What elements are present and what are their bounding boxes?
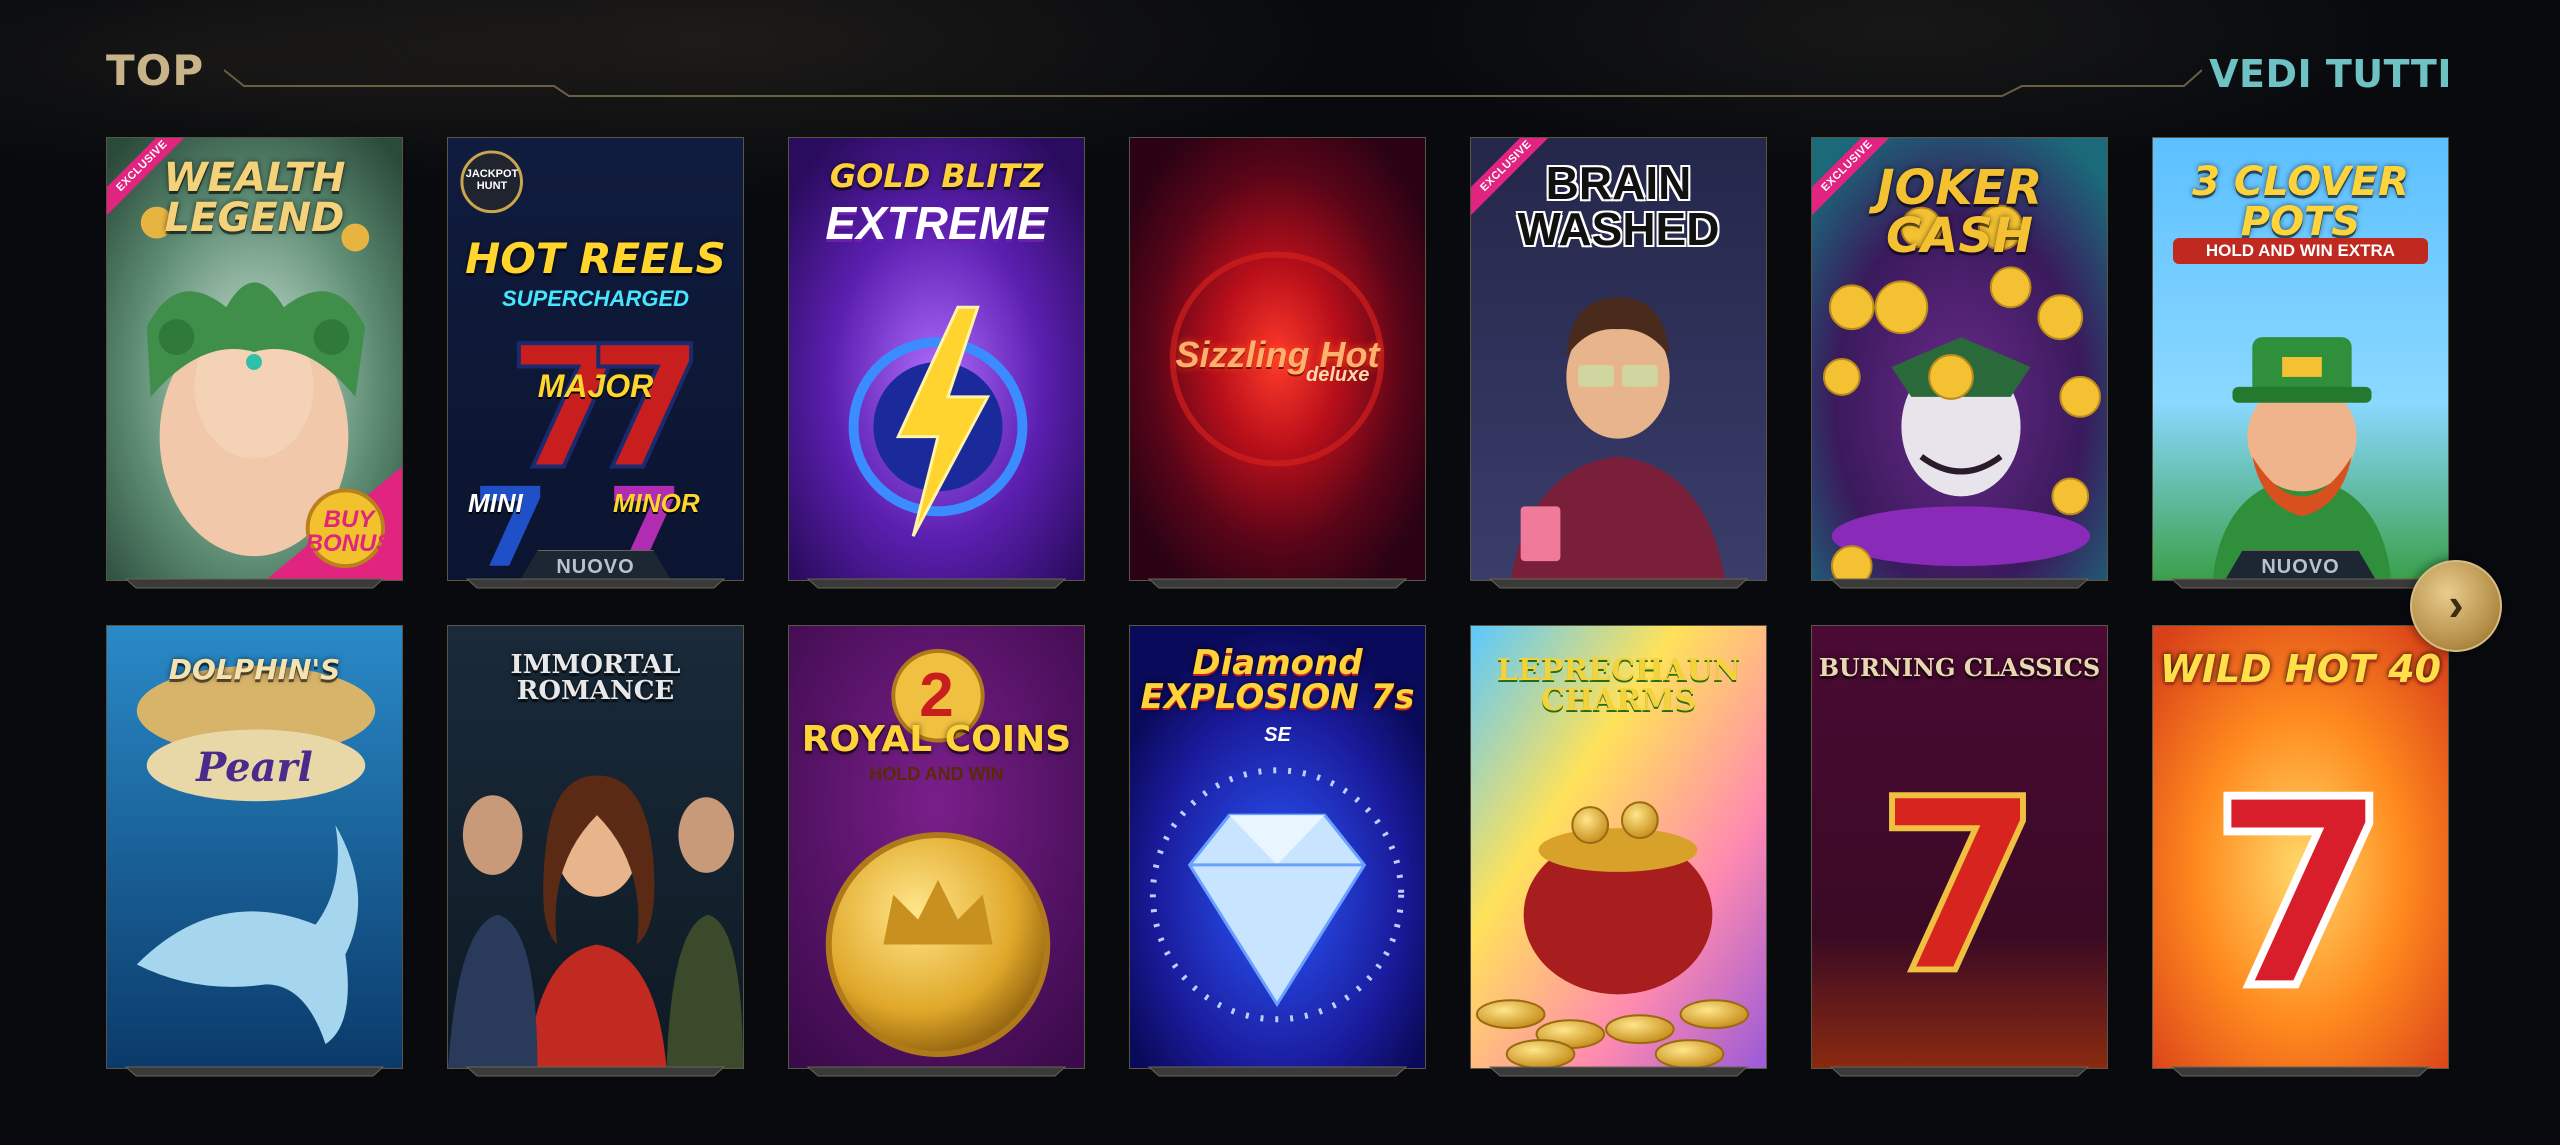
game-artwork: 7 xyxy=(2153,626,2448,1068)
game-title: LEPRECHAUN CHARMS xyxy=(1496,653,1741,718)
game-tile-wild-hot-40[interactable]: 7 WILD HOT 40 xyxy=(2152,625,2449,1069)
games-row-1: EXCLUSIVE WEALTH LEGEND BUY BONUS 7 7 7 … xyxy=(106,137,2452,582)
game-subtitle: EXTREME xyxy=(825,197,1048,249)
game-tile-brain-washed[interactable]: EXCLUSIVE BRAIN WASHED xyxy=(1470,137,1767,581)
game-title: WILD HOT 40 xyxy=(2159,647,2442,691)
game-tile-3-clover-pots[interactable]: 3 CLOVER POTS HOLD AND WIN EXTRA NUOVO xyxy=(2152,137,2449,581)
game-title: Diamond EXPLOSION 7s xyxy=(1140,643,1415,717)
game-subtitle: Pearl xyxy=(196,744,313,791)
game-title: IMMORTAL ROMANCE xyxy=(510,650,681,706)
svg-text:7: 7 xyxy=(2210,744,2390,1045)
game-tile-dolphins-pearl[interactable]: DOLPHIN'S Pearl xyxy=(106,625,403,1069)
game-title: JOKER CASH xyxy=(1876,160,2043,264)
game-artwork xyxy=(107,626,402,1068)
game-tile-joker-cash[interactable]: EXCLUSIVE JOKER CASH xyxy=(1811,137,2108,581)
game-tile-sizzling-hot-deluxe[interactable]: Sizzling Hot deluxe xyxy=(1129,137,1426,581)
game-subtitle: SE xyxy=(1264,724,1291,746)
game-tile-gold-blitz-extreme[interactable]: GOLD BLITZ EXTREME xyxy=(788,137,1085,581)
games-row-2: DOLPHIN'S Pearl IMMORTAL ROMANCE 2 ROYAL… xyxy=(106,625,2452,1070)
game-subtitle: HOLD AND WIN xyxy=(869,764,1004,784)
game-tile-diamond-explosion-7s[interactable]: Diamond EXPLOSION 7s SE xyxy=(1129,625,1426,1069)
row-2-tile-bases xyxy=(124,1066,2431,1077)
game-artwork: 7 xyxy=(1812,626,2107,1068)
games-section: TOP VEDI TUTTI EXCLUSIVE WEALTH LEGEND B… xyxy=(0,0,2560,1145)
game-tile-leprechaun-charms[interactable]: LEPRECHAUN CHARMS xyxy=(1470,625,1767,1069)
game-title: BRAIN WASHED xyxy=(1517,157,1720,255)
game-tile-immortal-romance[interactable]: IMMORTAL ROMANCE xyxy=(447,625,744,1069)
section-title: TOP xyxy=(106,46,205,95)
new-badge: NUOVO xyxy=(2224,550,2377,580)
game-title: WEALTH LEGEND xyxy=(163,155,346,241)
game-tile-royal-coins-2[interactable]: 2 ROYAL COINS HOLD AND WIN xyxy=(788,625,1085,1069)
game-subtitle: HOLD AND WIN EXTRA xyxy=(2173,238,2428,264)
game-subtitle: deluxe xyxy=(1306,364,1370,386)
minor-label: MINOR xyxy=(613,488,700,518)
game-tile-burning-classics[interactable]: 7 BURNING CLASSICS xyxy=(1811,625,2108,1069)
game-tile-wealth-legend[interactable]: EXCLUSIVE WEALTH LEGEND BUY BONUS xyxy=(106,137,403,581)
game-title: GOLD BLITZ xyxy=(829,157,1044,195)
header-divider xyxy=(224,69,2202,97)
game-title: 3 CLOVER POTS xyxy=(2192,159,2409,245)
section-header: TOP VEDI TUTTI xyxy=(106,40,2452,100)
game-subtitle: SUPERCHARGED xyxy=(501,286,690,311)
chevron-right-icon: › xyxy=(2448,578,2464,630)
view-all-link[interactable]: VEDI TUTTI xyxy=(2209,52,2452,96)
svg-text:7: 7 xyxy=(1876,748,2042,1026)
game-title: DOLPHIN'S xyxy=(168,653,341,686)
row-1-tile-bases xyxy=(124,578,2431,589)
next-page-button[interactable]: › xyxy=(2410,560,2502,652)
game-title: Sizzling Hot xyxy=(1175,334,1380,375)
buy-bonus-label: BUY BONUS xyxy=(305,506,393,557)
game-title: ROYAL COINS xyxy=(801,719,1072,760)
new-badge: NUOVO xyxy=(519,550,672,580)
game-title: BURNING CLASSICS xyxy=(1818,653,2101,682)
game-title: HOT REELS xyxy=(465,234,726,283)
jackpot-hunt-logo-text: JACKPOT HUNT xyxy=(465,168,519,193)
mini-label: MINI xyxy=(468,488,523,518)
game-tile-hot-reels[interactable]: 7 7 7 7 JACKPOT HUNT HOT REELS SUPERCHAR… xyxy=(447,137,744,581)
major-label: MAJOR xyxy=(537,368,654,404)
